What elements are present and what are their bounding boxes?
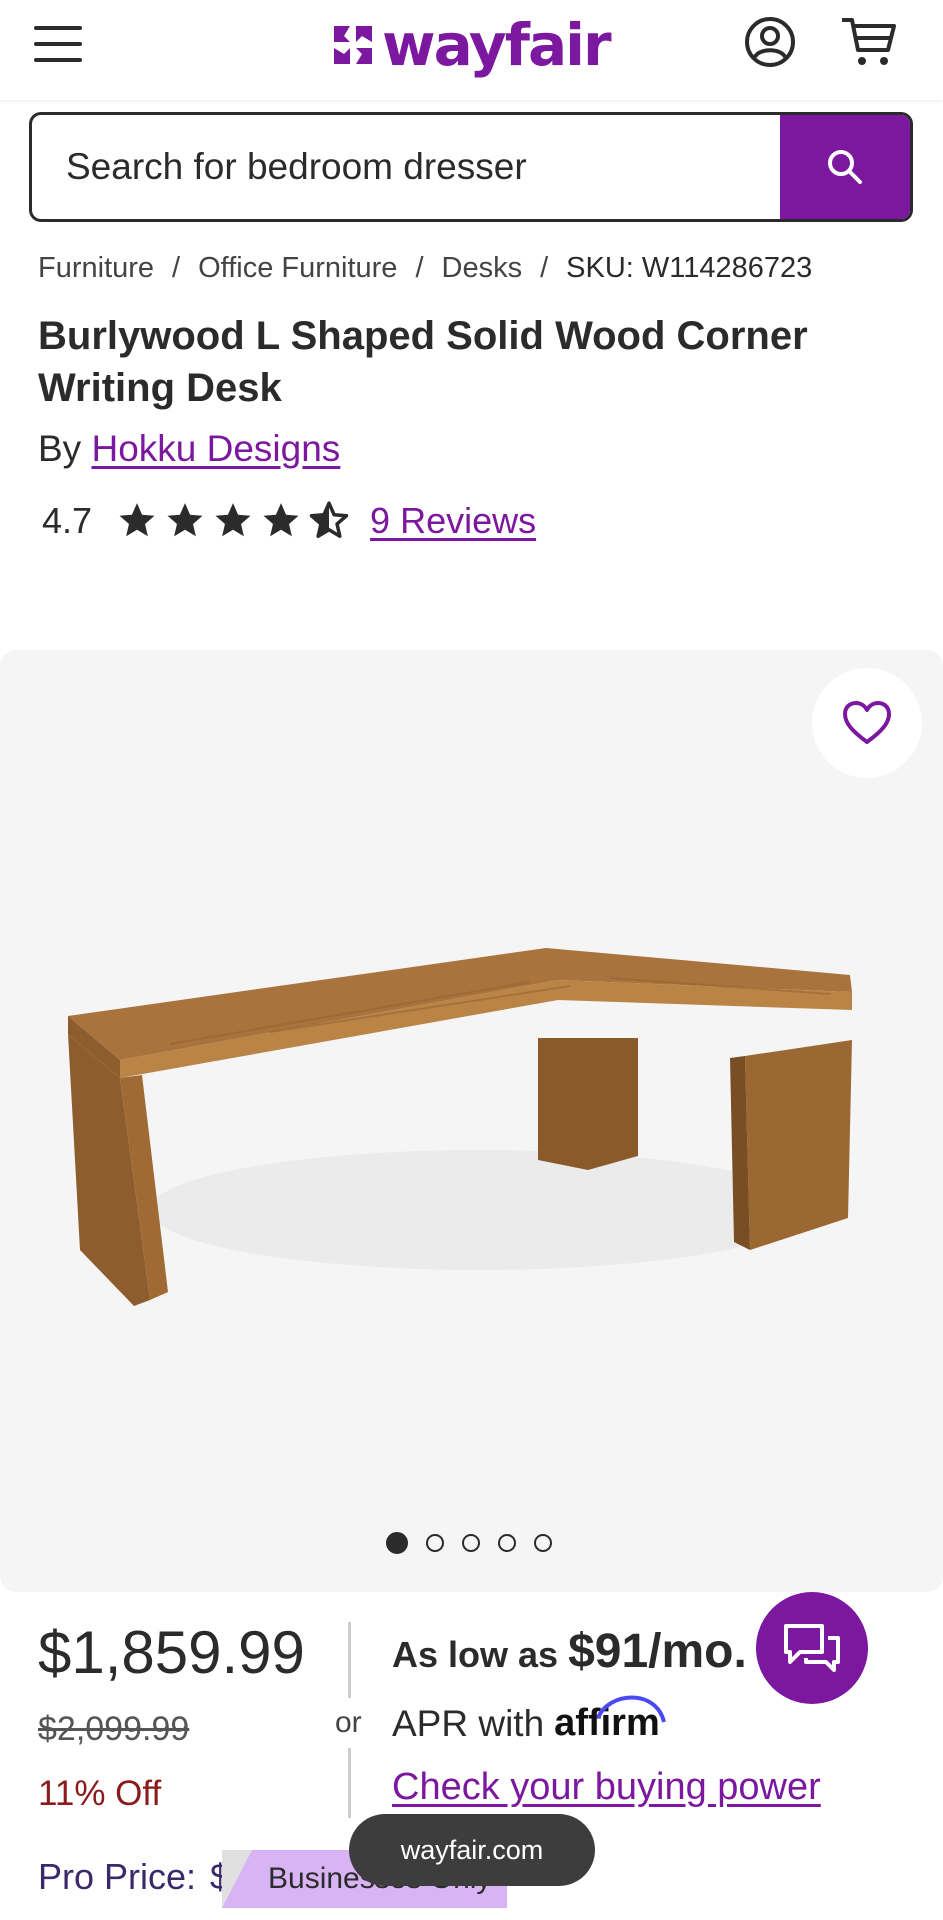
pagination-dot-5[interactable] [534,1534,552,1552]
wayfair-logo[interactable]: wayfair [330,10,612,80]
product-gallery[interactable] [0,650,943,1592]
pro-price-row: Pro Price: $ [38,1856,230,1898]
breadcrumb-furniture[interactable]: Furniture [38,252,154,285]
cart-icon[interactable] [840,14,898,70]
by-label: By [38,428,82,469]
image-pagination [386,1532,552,1554]
apr-label: APR with [392,1702,545,1744]
original-price: $2,099.99 [38,1710,190,1748]
pagination-dot-4[interactable] [498,1534,516,1552]
search-bar [29,112,913,222]
star-rating [116,500,350,542]
affirm-arc-icon [596,1695,667,1723]
affirm-logo: affirm [554,1695,667,1745]
heart-icon [843,701,891,744]
or-label: or [335,1706,362,1739]
breadcrumb-separator: / [540,252,549,284]
search-icon [828,150,862,184]
apr-line: APR with affirm [392,1695,667,1745]
star-full-icon [215,503,251,537]
product-title: Burlywood L Shaped Solid Wood Corner Wri… [38,314,808,410]
pagination-dot-1[interactable] [386,1532,408,1554]
menu-icon[interactable] [34,26,82,62]
top-bar: wayfair [0,0,943,100]
wayfair-pinwheel-icon [334,26,372,64]
divider [348,1748,351,1818]
star-full-icon [167,503,203,537]
breadcrumb-desks[interactable]: Desks [442,252,523,285]
divider [348,1622,351,1698]
chat-button[interactable] [756,1592,868,1704]
discount-label: 11% Off [38,1774,162,1813]
search-input[interactable] [32,115,784,219]
pro-price-label: Pro Price: [38,1856,197,1897]
brand-byline: By Hokku Designs [38,428,340,470]
product-image-desk [68,948,852,1306]
url-toast[interactable]: wayfair.com [349,1814,595,1886]
financing-amount: $91/mo. [568,1625,747,1678]
pagination-dot-2[interactable] [426,1534,444,1552]
account-icon[interactable] [744,16,796,68]
breadcrumb-sku: SKU: W114286723 [566,252,813,284]
breadcrumb-separator: / [172,252,181,284]
star-full-icon [263,503,299,537]
breadcrumb: Furniture / Office Furniture / Desks / S… [38,252,812,285]
rating-value: 4.7 [42,500,93,541]
rating-row: 4.7 9 Reviews [42,496,536,546]
star-half-icon [309,501,349,538]
brand-link[interactable]: Hokku Designs [91,428,340,469]
badge-fold [222,1850,252,1908]
favorite-button[interactable] [812,668,922,778]
financing-prefix: As low as [392,1634,559,1675]
check-buying-power-link[interactable]: Check your buying power [392,1766,821,1809]
reviews-link[interactable]: 9 Reviews [370,500,536,542]
sale-price: $1,859.99 [38,1619,305,1686]
financing-offer: As low as $91/mo. [392,1624,747,1679]
chat-bubbles-icon [784,1624,840,1672]
star-full-icon [119,503,155,537]
breadcrumb-office-furniture[interactable]: Office Furniture [198,252,397,285]
breadcrumb-separator: / [415,252,424,284]
search-button[interactable] [780,115,910,219]
pagination-dot-3[interactable] [462,1534,480,1552]
logo-text: wayfair [382,11,612,79]
